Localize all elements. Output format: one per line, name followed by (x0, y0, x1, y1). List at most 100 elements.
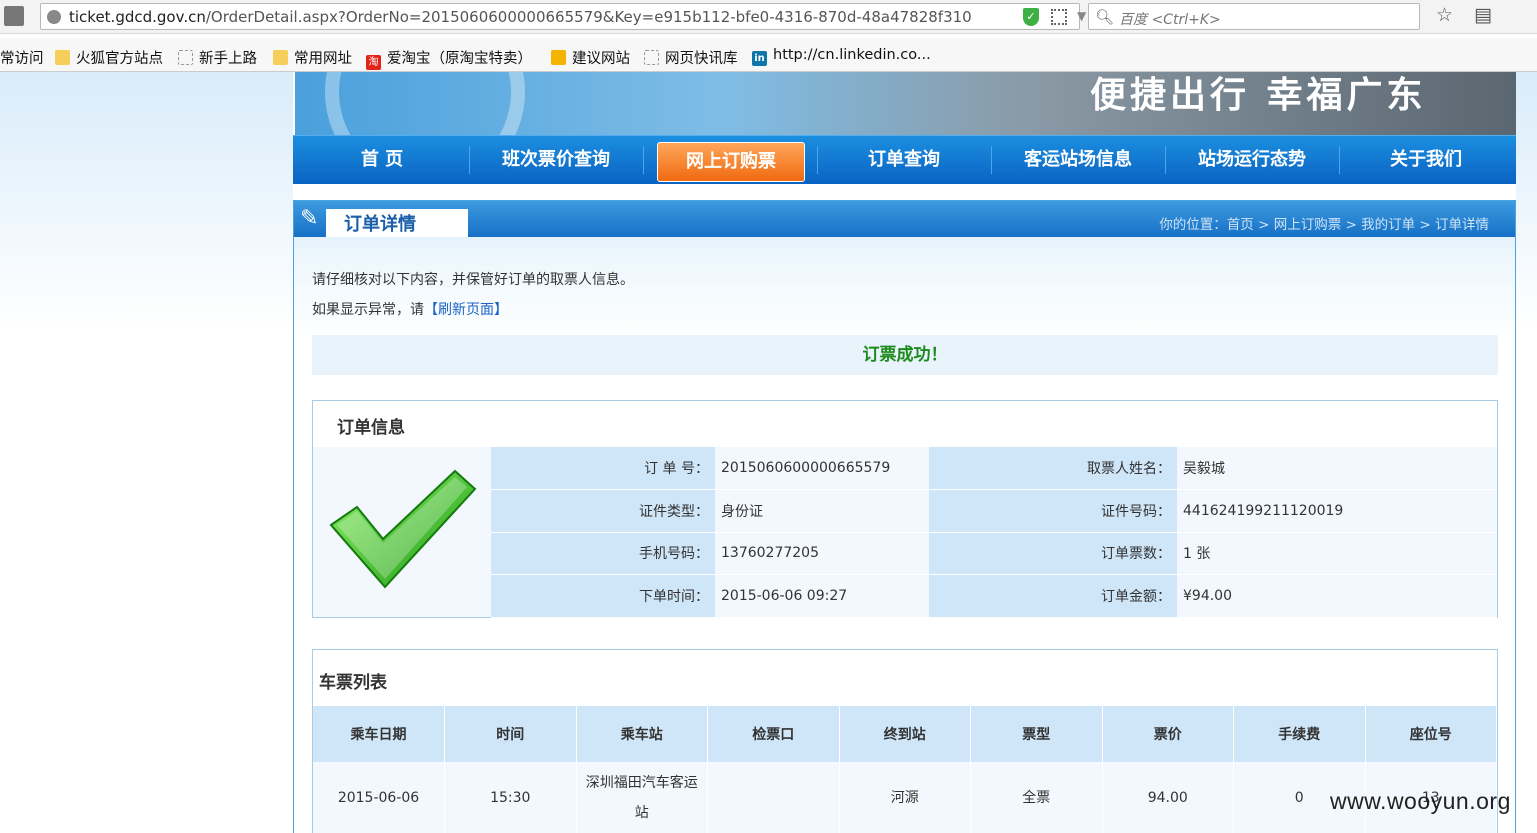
page-background-left (0, 72, 293, 833)
order-info-table: 订 单 号： 2015060600000665579 取票人姓名： 吴毅城 证件… (491, 447, 1497, 618)
table-cell: 深圳福田汽车客运站 (576, 762, 708, 833)
page-icon (644, 50, 659, 65)
table-cell: 94.00 (1102, 762, 1234, 833)
column-header: 座位号 (1365, 706, 1497, 762)
field-label: 证件号码： (929, 489, 1177, 533)
bookmark-label: 爱淘宝（原淘宝特卖） (387, 51, 532, 67)
ticket-table: 乘车日期 时间 乘车站 检票口 终到站 票型 票价 手续费 座位号 2015-0… (313, 706, 1497, 833)
table-cell: 15:30 (444, 762, 577, 833)
nav-divider (469, 146, 470, 174)
panel-header: ✎ 订单详情 你的位置：首页 > 网上订购票 > 我的订单 > 订单详情 (294, 201, 1515, 237)
table-cell (707, 762, 840, 833)
bookmark-item[interactable]: 常用网址 (273, 47, 352, 68)
nav-item-online-booking[interactable]: 网上订购票 (657, 142, 805, 182)
bookmark-label: http://cn.linkedin.co... (773, 47, 931, 63)
nav-item-home[interactable]: 首 页 (293, 136, 471, 184)
notice-prefix: 如果显示异常，请 (312, 302, 424, 318)
bookmark-label: 建议网站 (572, 51, 630, 67)
success-check-icon (313, 447, 491, 617)
field-value: 1 张 (1177, 532, 1497, 575)
table-header-row: 乘车日期 时间 乘车站 检票口 终到站 票型 票价 手续费 座位号 (313, 706, 1497, 762)
qr-icon[interactable] (1051, 9, 1067, 25)
nav-item-order-query[interactable]: 订单查询 (817, 136, 991, 184)
bookmark-label: 火狐官方站点 (76, 51, 163, 67)
banner-decoration (325, 72, 525, 135)
bookmark-item[interactable]: 火狐官方站点 (55, 47, 163, 68)
url-text[interactable]: ticket.gdcd.gov.cn/OrderDetail.aspx?Orde… (69, 8, 972, 26)
page-icon (178, 50, 193, 65)
url-bar[interactable]: ticket.gdcd.gov.cn/OrderDetail.aspx?Orde… (40, 3, 1111, 30)
bookmark-item[interactable]: 淘爱淘宝（原淘宝特卖） (366, 47, 532, 70)
field-value: 2015060600000665579 (715, 447, 929, 490)
column-header: 时间 (444, 706, 577, 762)
column-header: 乘车日期 (313, 706, 445, 762)
chevron-down-icon[interactable]: ▼ (1077, 9, 1086, 23)
order-info-section: 订单信息 订 单 号： 2015060600000665579 取票人姓名： 吴… (312, 400, 1498, 618)
field-value: ¥94.00 (1177, 574, 1497, 618)
bookmark-item[interactable]: 建议网站 (551, 47, 630, 68)
globe-icon (47, 10, 61, 24)
column-header: 检票口 (707, 706, 840, 762)
search-placeholder: 百度 <Ctrl+K> (1119, 12, 1221, 28)
bing-icon (551, 50, 566, 65)
table-cell: 河源 (839, 762, 971, 833)
table-cell: 2015-06-06 (313, 762, 445, 833)
field-label: 手机号码： (491, 532, 715, 575)
site-banner: 便捷出行 幸福广东 (295, 72, 1516, 135)
column-header: 票型 (970, 706, 1103, 762)
nav-item-station-info[interactable]: 客运站场信息 (991, 136, 1165, 184)
nav-item-about[interactable]: 关于我们 (1339, 136, 1513, 184)
notice-refresh-line: 如果显示异常，请【刷新页面】 (312, 299, 508, 319)
bookmarks-bar: 常访问 火狐官方站点 新手上路 常用网址 淘爱淘宝（原淘宝特卖） 建议网站 网页… (0, 38, 1537, 72)
shield-icon[interactable]: ✓ (1023, 8, 1039, 26)
field-label: 订单金额： (929, 574, 1177, 618)
folder-icon (273, 50, 288, 65)
field-label: 下单时间： (491, 574, 715, 618)
field-label: 取票人姓名： (929, 447, 1177, 490)
nav-item-station-status[interactable]: 站场运行态势 (1165, 136, 1339, 184)
order-detail-panel: ✎ 订单详情 你的位置：首页 > 网上订购票 > 我的订单 > 订单详情 请仔细… (293, 200, 1516, 833)
breadcrumb: 你的位置：首页 > 网上订购票 > 我的订单 > 订单详情 (1159, 217, 1489, 233)
browser-toolbar: ticket.gdcd.gov.cn/OrderDetail.aspx?Orde… (0, 0, 1537, 34)
folder-icon (55, 50, 70, 65)
bookmark-label: 常访问 (0, 51, 44, 67)
main-nav: 首 页 班次票价查询 网上订购票 订单查询 客运站场信息 站场运行态势 关于我们 (293, 135, 1516, 184)
bookmark-item[interactable]: in http://cn.linkedin.co... (752, 47, 931, 66)
nav-item-schedule[interactable]: 班次票价查询 (471, 136, 641, 184)
column-header: 票价 (1102, 706, 1234, 762)
column-header: 手续费 (1233, 706, 1366, 762)
notice-text: 请仔细核对以下内容，并保管好订单的取票人信息。 (312, 272, 634, 288)
panel-title: 订单详情 (344, 214, 416, 235)
nav-divider (643, 146, 644, 174)
star-icon[interactable]: ☆ (1436, 4, 1453, 26)
back-icon[interactable] (4, 6, 24, 26)
url-path: /OrderDetail.aspx?OrderNo=20150606000006… (205, 8, 972, 26)
table-row: 下单时间： 2015-06-06 09:27 订单金额： ¥94.00 (491, 574, 1497, 618)
table-row: 2015-06-06 15:30 深圳福田汽车客运站 河源 全票 94.00 0… (313, 762, 1497, 833)
table-row: 订 单 号： 2015060600000665579 取票人姓名： 吴毅城 (491, 447, 1497, 490)
field-value: 2015-06-06 09:27 (715, 574, 929, 618)
page-background-right (1516, 72, 1537, 833)
banner-slogan: 便捷出行 幸福广东 (1090, 75, 1427, 116)
success-message: 订票成功！ (312, 335, 1498, 375)
reader-icon[interactable]: ▤ (1474, 4, 1492, 26)
bookmark-item[interactable]: 新手上路 (178, 47, 257, 68)
document-icon: ✎ (300, 206, 319, 231)
section-title: 订单信息 (337, 418, 405, 438)
section-title: 车票列表 (319, 673, 387, 693)
watermark: www.wooyun.org (1330, 788, 1511, 814)
field-value: 身份证 (715, 489, 929, 533)
field-label: 订单票数： (929, 532, 1177, 575)
refresh-link[interactable]: 【刷新页面】 (424, 302, 508, 318)
taobao-icon: 淘 (366, 55, 381, 70)
bookmark-item[interactable]: 常访问 (0, 47, 44, 68)
field-value: 13760277205 (715, 532, 929, 575)
search-input[interactable]: 🔍︎ 百度 <Ctrl+K> (1088, 3, 1420, 30)
table-row: 手机号码： 13760277205 订单票数： 1 张 (491, 532, 1497, 575)
search-icon: 🔍︎ (1095, 8, 1115, 26)
bookmark-label: 新手上路 (199, 51, 257, 67)
bookmark-item[interactable]: 网页快讯库 (644, 47, 738, 68)
field-value: 吴毅城 (1177, 447, 1497, 490)
field-label: 证件类型： (491, 489, 715, 533)
column-header: 乘车站 (576, 706, 708, 762)
